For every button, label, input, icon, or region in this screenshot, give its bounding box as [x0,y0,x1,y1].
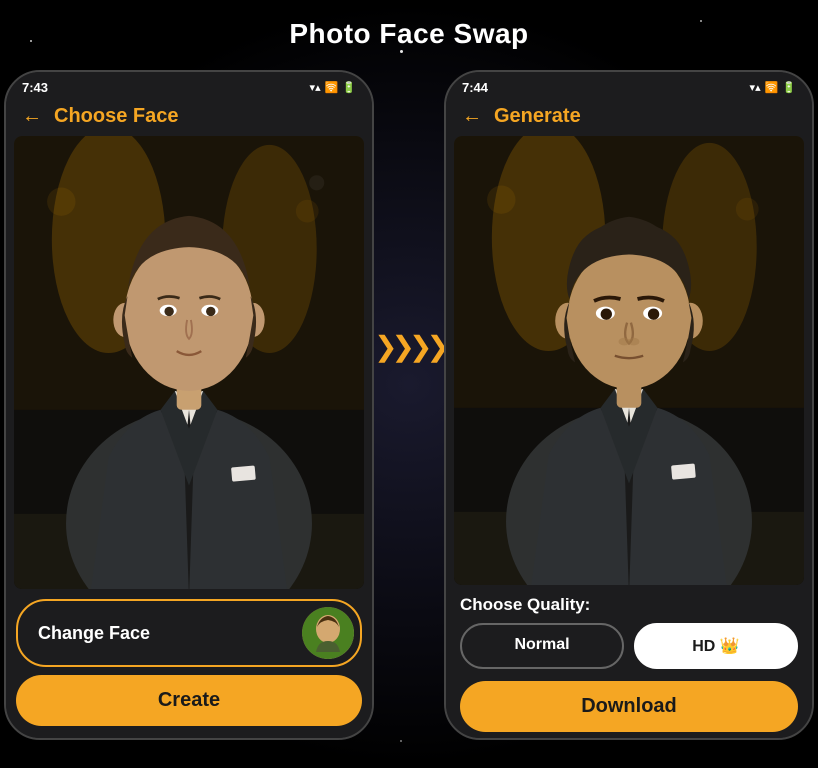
quality-options: Normal HD 👑 [460,623,798,669]
left-nav-title: Choose Face [54,105,178,128]
left-phone-bottom: Change Face Create [6,589,372,738]
arrow-icon: ❯❯❯❯ [374,330,444,363]
quality-normal-button[interactable]: Normal [460,623,624,669]
left-time: 7:43 [22,80,48,95]
left-battery-icon: 🔋 [342,81,356,94]
right-phone: 7:44 ▾▴ 🛜 🔋 ← Generate [444,70,814,740]
page-title: Photo Face Swap [0,18,818,50]
download-button[interactable]: Download [460,681,798,732]
right-person-image [454,136,804,585]
right-back-button[interactable]: ← [462,105,482,128]
right-time: 7:44 [462,80,488,95]
quality-hd-button[interactable]: HD 👑 [634,623,798,669]
left-nav-bar: ← Choose Face [6,99,372,136]
left-status-icons: ▾▴ 🛜 🔋 [310,81,356,94]
transition-arrows: ❯❯❯❯ [374,330,444,363]
create-button[interactable]: Create [16,675,362,726]
quality-label: Choose Quality: [460,595,798,615]
right-status-icons: ▾▴ 🛜 🔋 [750,81,796,94]
right-nav-title: Generate [494,105,581,128]
right-battery-icon: 🔋 [782,81,796,94]
left-phone: 7:43 ▾▴ 🛜 🔋 ← Choose Face [4,70,374,740]
right-wifi-icon: 🛜 [765,81,779,94]
right-phone-bottom: Choose Quality: Normal HD 👑 Download [446,585,812,738]
right-status-bar: 7:44 ▾▴ 🛜 🔋 [446,72,812,99]
change-face-avatar [302,607,354,659]
left-photo-area [14,136,364,589]
phones-container: 7:43 ▾▴ 🛜 🔋 ← Choose Face [20,70,798,748]
left-person-image [14,136,364,589]
change-face-button[interactable]: Change Face [16,599,362,667]
right-signal-icon: ▾▴ [750,81,761,94]
change-face-label: Change Face [38,623,150,644]
left-signal-icon: ▾▴ [310,81,321,94]
left-status-bar: 7:43 ▾▴ 🛜 🔋 [6,72,372,99]
right-photo-area [454,136,804,585]
right-nav-bar: ← Generate [446,99,812,136]
left-back-button[interactable]: ← [22,105,42,128]
left-wifi-icon: 🛜 [325,81,339,94]
